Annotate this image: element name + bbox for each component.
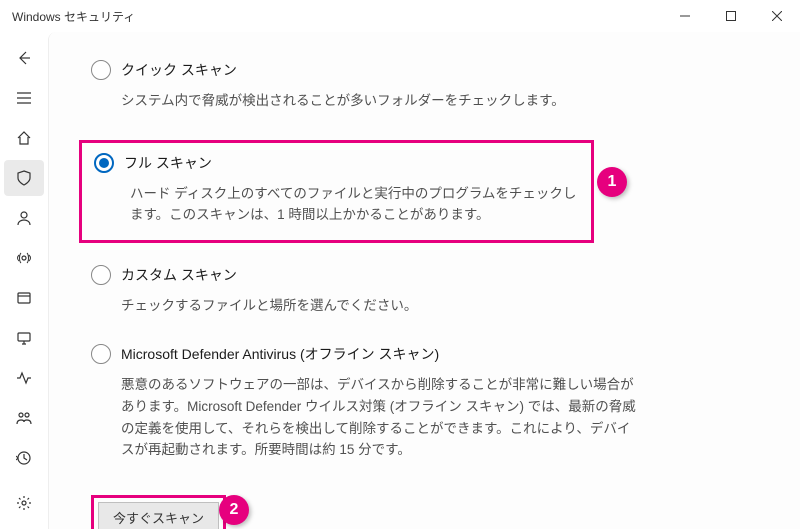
titlebar: Windows セキュリティ	[0, 0, 800, 32]
sidebar	[0, 32, 48, 529]
close-button[interactable]	[754, 0, 800, 32]
option-quick-scan[interactable]: クイック スキャン システム内で脅威が検出されることが多いフォルダーをチェックし…	[91, 60, 758, 112]
offline-scan-desc: 悪意のあるソフトウェアの一部は、デバイスから削除することが非常に難しい場合があり…	[121, 374, 641, 460]
device-security-icon[interactable]	[4, 320, 44, 356]
scan-now-button[interactable]: 今すぐスキャン	[98, 502, 219, 529]
custom-scan-label: カスタム スキャン	[121, 265, 237, 285]
app-browser-icon[interactable]	[4, 280, 44, 316]
full-scan-desc: ハード ディスク上のすべてのファイルと実行中のプログラムをチェックします。このス…	[130, 183, 579, 226]
radio-full[interactable]	[94, 153, 114, 173]
family-icon[interactable]	[4, 400, 44, 436]
history-icon[interactable]	[4, 440, 44, 476]
shield-icon[interactable]	[4, 160, 44, 196]
full-scan-label: フル スキャン	[124, 153, 212, 173]
quick-scan-desc: システム内で脅威が検出されることが多いフォルダーをチェックします。	[121, 90, 641, 112]
device-performance-icon[interactable]	[4, 360, 44, 396]
callout-2: 2	[219, 495, 249, 525]
main-content: クイック スキャン システム内で脅威が検出されることが多いフォルダーをチェックし…	[48, 32, 800, 529]
maximize-button[interactable]	[708, 0, 754, 32]
highlight-scan-button: 今すぐスキャン	[91, 495, 226, 529]
option-full-scan[interactable]: フル スキャン ハード ディスク上のすべてのファイルと実行中のプログラムをチェッ…	[90, 153, 579, 226]
callout-1: 1	[597, 167, 627, 197]
minimize-button[interactable]	[662, 0, 708, 32]
radio-quick[interactable]	[91, 60, 111, 80]
highlight-full-scan: フル スキャン ハード ディスク上のすべてのファイルと実行中のプログラムをチェッ…	[79, 140, 594, 243]
offline-scan-label: Microsoft Defender Antivirus (オフライン スキャン…	[121, 344, 439, 364]
window-controls	[662, 0, 800, 32]
quick-scan-label: クイック スキャン	[121, 60, 237, 80]
option-offline-scan[interactable]: Microsoft Defender Antivirus (オフライン スキャン…	[91, 344, 758, 460]
option-custom-scan[interactable]: カスタム スキャン チェックするファイルと場所を選んでください。	[91, 265, 758, 317]
back-button[interactable]	[4, 40, 44, 76]
custom-scan-desc: チェックするファイルと場所を選んでください。	[121, 295, 641, 317]
menu-button[interactable]	[4, 80, 44, 116]
firewall-icon[interactable]	[4, 240, 44, 276]
settings-icon[interactable]	[4, 485, 44, 521]
window-title: Windows セキュリティ	[12, 8, 135, 25]
radio-offline[interactable]	[91, 344, 111, 364]
account-icon[interactable]	[4, 200, 44, 236]
radio-custom[interactable]	[91, 265, 111, 285]
home-icon[interactable]	[4, 120, 44, 156]
